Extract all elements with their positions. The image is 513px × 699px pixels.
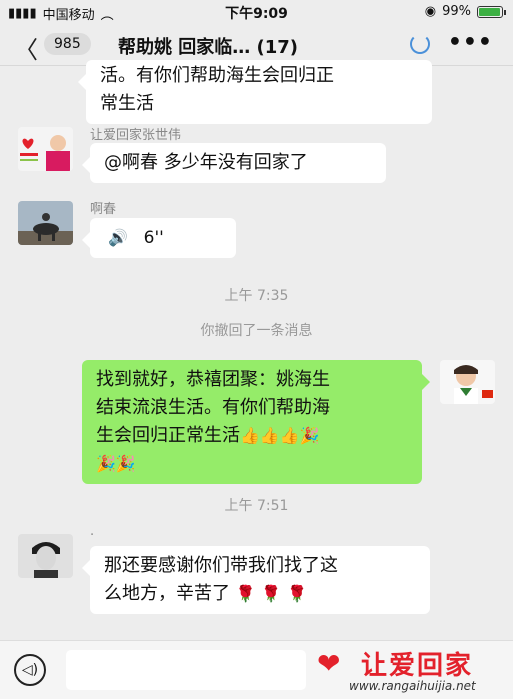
more-options-icon[interactable]: ••• [448, 30, 493, 55]
watermark-url: www.rangaihuijia.net [349, 679, 476, 693]
message-input[interactable] [66, 650, 306, 690]
sender-name: 让爱回家张世伟 [90, 128, 182, 143]
emoji: 🎉 [96, 454, 116, 473]
emoji: 👍 [259, 426, 280, 445]
avatar[interactable] [18, 127, 73, 171]
battery-percent: 99% [442, 4, 471, 19]
avatar[interactable] [18, 534, 73, 578]
watermark-logo: ❤ 让爱回家 www.rangaihuijia.net [309, 645, 509, 695]
message-bubble[interactable]: 活。有你们帮助海生会回归正 常生活 [78, 60, 432, 124]
message-line: 生会回归正常生活 [96, 425, 240, 446]
emoji: 🎉 [115, 454, 136, 473]
timestamp: 上午 7:35 [224, 288, 289, 304]
chat-title: 帮助姚 回家临… (17) [118, 37, 299, 58]
emoji: 👍 [240, 426, 260, 445]
message-line: 么地方，辛苦了 [104, 583, 230, 604]
sender-name: · [90, 528, 95, 543]
message-text: @啊春 多少年没有回家了 [104, 152, 308, 173]
emoji: 🌹 [235, 584, 256, 603]
lock-rotation-icon: ◉ [424, 4, 437, 19]
message-line: 找到就好，恭禧团聚：姚海生 [96, 369, 330, 390]
avatar[interactable] [18, 201, 73, 245]
emoji: 🎉 [299, 426, 320, 445]
unread-count-badge[interactable]: 985 [44, 33, 91, 55]
emoji: 👍 [279, 426, 300, 445]
my-avatar[interactable] [440, 360, 495, 404]
loading-icon [410, 34, 430, 54]
emoji: 🌹 [287, 584, 307, 603]
message-bubble[interactable]: @啊春 多少年没有回家了 [82, 143, 386, 183]
message-line: 结束流浪生活。有你们帮助海 [96, 397, 330, 418]
message-bubble[interactable]: 那还要感谢你们带我们找了这 么地方，辛苦了 🌹 🌹 🌹 [82, 546, 430, 614]
heart-logo-icon: ❤ [317, 647, 341, 680]
status-bar: ▮▮▮▮ 中国移动 ︵ 下午9:09 ◉ 99% [0, 0, 513, 24]
message-line: 那还要感谢你们带我们找了这 [104, 555, 338, 576]
watermark-brand: 让爱回家 [361, 651, 474, 681]
recalled-message-notice: 你撤回了一条消息 [200, 323, 313, 339]
battery-icon [477, 5, 506, 18]
voice-message-bubble[interactable]: 🔊 6'' [82, 218, 236, 258]
voice-input-icon[interactable]: ◁) [14, 654, 46, 686]
voice-wave-icon: 🔊 [108, 228, 128, 247]
message-line: 活。有你们帮助海生会回归正 [100, 65, 334, 86]
my-message-bubble[interactable]: 找到就好，恭禧团聚：姚海生 结束流浪生活。有你们帮助海 生会回归正常生活👍👍👍🎉… [82, 360, 430, 484]
back-button[interactable]: 〈 [14, 30, 38, 65]
voice-duration: 6'' [143, 228, 164, 248]
sender-name: 啊春 [90, 202, 117, 217]
timestamp: 上午 7:51 [224, 498, 289, 514]
emoji: 🌹 [261, 584, 282, 603]
status-right: ◉ 99% [424, 4, 506, 19]
message-line: 常生活 [100, 93, 154, 114]
